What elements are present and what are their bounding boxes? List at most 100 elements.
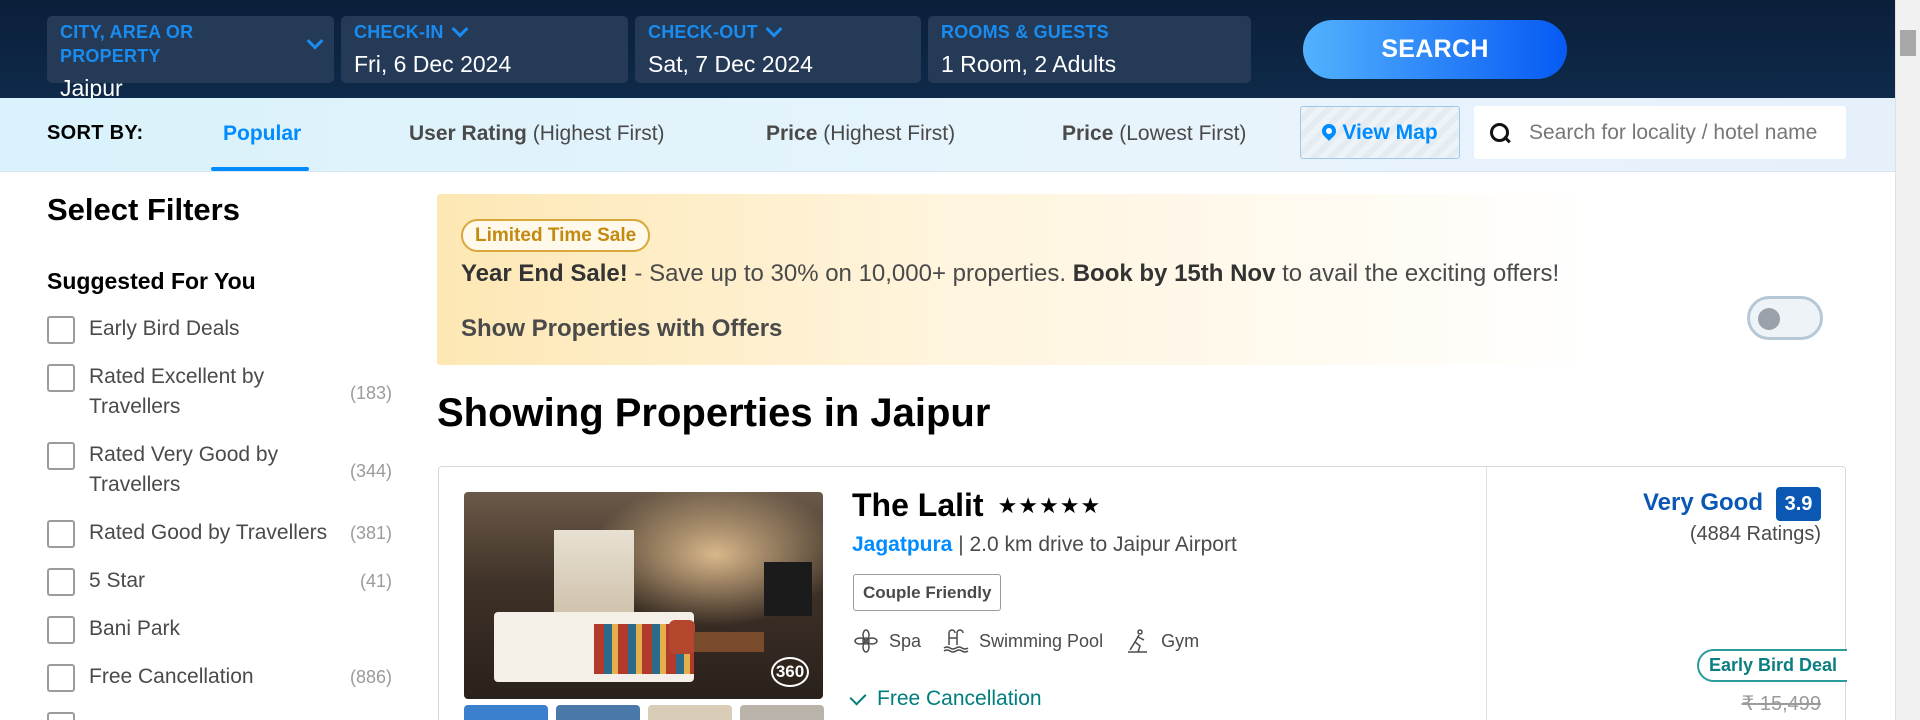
- free-cancellation-label: Free Cancellation: [877, 687, 1042, 710]
- checkbox[interactable]: [47, 664, 75, 692]
- sale-deadline: Book by 15th Nov: [1072, 260, 1276, 287]
- search-button[interactable]: SEARCH: [1303, 20, 1567, 79]
- photo-window: [554, 530, 634, 625]
- filter-label: Rated Very Good by Travellers: [89, 443, 279, 496]
- map-pin-icon: [1322, 124, 1336, 142]
- filter-bani-park[interactable]: Bani Park: [47, 616, 392, 644]
- filters-title: Select Filters: [47, 192, 240, 227]
- sort-by-label: SORT BY:: [47, 122, 144, 144]
- filter-count: (344): [349, 461, 392, 481]
- filter-free-cancellation[interactable]: Free Cancellation (886): [47, 664, 392, 692]
- photo-chair: [669, 620, 695, 654]
- rooms-guests-value: 1 Room, 2 Adults: [941, 51, 1117, 77]
- hotel-name-text: The Lalit: [852, 487, 984, 523]
- thumbnail[interactable]: [464, 705, 548, 720]
- filter-label: Early Bird Deals: [89, 317, 240, 340]
- checkin-value: Fri, 6 Dec 2024: [354, 51, 512, 77]
- filter-label: Free Cancellation: [89, 665, 254, 688]
- locality-search-input[interactable]: [1529, 120, 1829, 145]
- rooms-guests-label: ROOMS & GUESTS: [941, 22, 1109, 42]
- amenity-pool: Swimming Pool: [943, 629, 1103, 653]
- thumbnail[interactable]: [556, 705, 640, 720]
- early-bird-deal-tag: Early Bird Deal: [1697, 649, 1847, 682]
- amenity-label: Spa: [889, 630, 922, 651]
- amenities-list: Spa Swimming Pool Gym: [853, 629, 1199, 653]
- gym-icon: [1128, 629, 1148, 653]
- checkout-field[interactable]: CHECK-OUT Sat, 7 Dec 2024: [635, 16, 921, 83]
- chevron-down-icon: [451, 20, 469, 38]
- page-scrollbar[interactable]: [1895, 0, 1920, 720]
- filter-label: Rated Good by Travellers: [89, 521, 328, 544]
- results-title: Showing Properties in Jaipur: [437, 391, 991, 435]
- checkbox[interactable]: [47, 712, 75, 720]
- checkbox[interactable]: [47, 364, 75, 392]
- hotel-distance: | 2.0 km drive to Jaipur Airport: [952, 533, 1237, 556]
- offers-toggle[interactable]: [1747, 296, 1823, 340]
- sort-bar: SORT BY: Popular User Rating (Highest Fi…: [0, 98, 1895, 172]
- checkbox[interactable]: [47, 442, 75, 470]
- filter-count: (381): [349, 523, 392, 543]
- thumbnail[interactable]: [648, 705, 732, 720]
- sale-headline: Year End Sale! - Save up to 30% on 10,00…: [461, 260, 1559, 288]
- checkin-field[interactable]: CHECK-IN Fri, 6 Dec 2024: [341, 16, 628, 83]
- rooms-guests-field[interactable]: ROOMS & GUESTS 1 Room, 2 Adults: [928, 16, 1251, 83]
- sort-option-label: Price: [1062, 122, 1114, 145]
- sale-banner: Limited Time Sale Year End Sale! - Save …: [437, 194, 1847, 365]
- sort-option-popular[interactable]: Popular: [223, 122, 301, 146]
- scrollbar-thumb[interactable]: [1900, 30, 1916, 56]
- photo-thumbnails: [464, 705, 824, 720]
- filter-label: Rated Excellent by Travellers: [89, 365, 265, 418]
- filter-5-star[interactable]: 5 Star (41): [47, 568, 392, 596]
- filter-label: 5 Star: [89, 569, 146, 592]
- rating-count: (4884 Ratings): [1689, 523, 1821, 545]
- thumbnail[interactable]: [740, 705, 824, 720]
- hotel-area-link[interactable]: Jagatpura: [852, 533, 952, 556]
- checkbox[interactable]: [47, 568, 75, 596]
- checkbox[interactable]: [47, 520, 75, 548]
- sort-option-label: User Rating: [409, 122, 527, 145]
- sort-option-label: Popular: [223, 122, 302, 145]
- sort-option-price-high[interactable]: Price (Highest First): [766, 122, 955, 146]
- sort-option-user-rating[interactable]: User Rating (Highest First): [409, 122, 665, 146]
- amenity-spa: Spa: [853, 629, 921, 653]
- filter-count: (886): [349, 667, 392, 687]
- filter-rated-very-good[interactable]: Rated Very Good by Travellers (344): [47, 442, 392, 500]
- filter-next-item[interactable]: [47, 712, 392, 720]
- sale-headline-text: - Save up to 30% on 10,000+ properties.: [627, 260, 1073, 287]
- sort-option-sub: (Highest First): [532, 122, 665, 145]
- pool-icon: [943, 629, 969, 653]
- free-cancellation: Free Cancellation: [849, 687, 1042, 711]
- check-icon: [849, 688, 867, 706]
- view-map-button[interactable]: View Map: [1300, 106, 1460, 159]
- original-price: ₹ 15,499: [1741, 693, 1821, 715]
- offers-toggle-label: Show Properties with Offers: [461, 315, 783, 342]
- amenity-label: Gym: [1161, 630, 1200, 651]
- chevron-down-icon: [306, 32, 324, 50]
- checkbox[interactable]: [47, 316, 75, 344]
- filter-early-bird[interactable]: Early Bird Deals: [47, 316, 392, 344]
- city-label: CITY, AREA OR PROPERTY: [60, 22, 194, 66]
- filter-count: (41): [359, 571, 392, 591]
- sort-option-price-low[interactable]: Price (Lowest First): [1062, 122, 1246, 146]
- locality-search: [1474, 106, 1846, 159]
- hotel-photo[interactable]: 360: [464, 492, 823, 699]
- filter-rated-good[interactable]: Rated Good by Travellers (381): [47, 520, 392, 548]
- filter-count: (183): [349, 383, 392, 403]
- checkbox[interactable]: [47, 616, 75, 644]
- view-360-icon[interactable]: 360: [771, 657, 809, 687]
- couple-friendly-tag: Couple Friendly: [853, 574, 1002, 611]
- active-sort-indicator: [211, 167, 309, 171]
- filter-label: Bani Park: [89, 617, 181, 640]
- sale-headline-bold: Year End Sale!: [461, 260, 628, 287]
- rating-label: Very Good: [1642, 489, 1763, 516]
- city-field[interactable]: CITY, AREA OR PROPERTY Jaipur: [47, 16, 334, 101]
- checkout-value: Sat, 7 Dec 2024: [648, 51, 813, 77]
- sort-option-label: Price: [766, 122, 818, 145]
- hotel-card[interactable]: 360 The Lalit ★★★★★ Jagatpura | 2.0 km dr…: [438, 466, 1847, 720]
- photo-desk: [694, 632, 764, 652]
- filter-rated-excellent[interactable]: Rated Excellent by Travellers (183): [47, 364, 392, 422]
- search-header: CITY, AREA OR PROPERTY Jaipur CHECK-IN F…: [0, 0, 1895, 101]
- amenity-gym: Gym: [1125, 629, 1199, 653]
- hotel-name[interactable]: The Lalit ★★★★★: [852, 487, 1101, 524]
- amenity-label: Swimming Pool: [979, 630, 1104, 651]
